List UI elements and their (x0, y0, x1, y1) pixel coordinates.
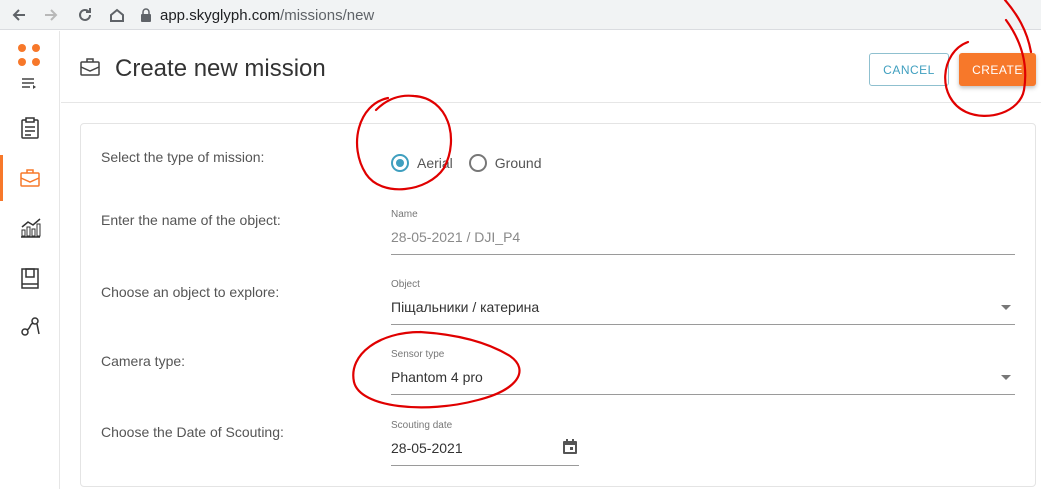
menu-toggle-button[interactable] (22, 77, 36, 89)
briefcase-icon (80, 58, 100, 76)
url-host: app.skyglyph.com (160, 6, 281, 24)
book-icon (21, 268, 39, 289)
page-title: Create new mission (115, 55, 326, 82)
mission-form: Select the type of mission: Aerial Groun… (80, 123, 1036, 487)
radio-label: Aerial (417, 155, 453, 171)
sidebar-item-analytics[interactable] (0, 205, 60, 251)
url-path: /missions/new (280, 6, 375, 24)
briefcase-icon (20, 169, 40, 187)
home-icon (110, 8, 124, 22)
reload-button[interactable] (74, 4, 96, 26)
radio-checked-icon[interactable] (391, 154, 409, 172)
reload-icon (79, 8, 91, 21)
calendar-icon[interactable] (561, 438, 579, 456)
name-input[interactable] (391, 229, 951, 245)
menu-toggle-icon (22, 78, 36, 89)
camera-row-label: Camera type: (101, 353, 186, 369)
object-select[interactable]: Object Піщальники / катерина (391, 279, 1015, 325)
chart-icon (21, 218, 41, 238)
clipboard-icon (21, 117, 39, 139)
sidebar-item-tasks[interactable] (0, 105, 60, 151)
date-input[interactable] (391, 440, 541, 456)
sensor-field-label: Sensor type (391, 349, 445, 360)
browser-toolbar: app.skyglyph.com/missions/new (0, 0, 1041, 30)
name-row-label: Enter the name of the object: (101, 212, 281, 228)
object-selected-value: Піщальники / катерина (391, 299, 540, 315)
object-field-label: Object (391, 279, 420, 290)
object-row-label: Choose an object to explore: (101, 284, 280, 300)
scouting-date-field[interactable]: Scouting date (391, 420, 579, 466)
create-button[interactable]: CREATE (959, 53, 1036, 86)
mission-type-radio-group: Aerial Ground (391, 154, 558, 172)
sidebar-item-reports[interactable] (0, 255, 60, 301)
sidebar-item-routes[interactable] (0, 303, 60, 349)
sensor-type-select[interactable]: Sensor type Phantom 4 pro (391, 349, 1015, 395)
cancel-button[interactable]: CANCEL (869, 53, 949, 86)
name-field-label: Name (391, 209, 418, 220)
page-header: Create new mission CANCEL CREATE (61, 31, 1041, 103)
radio-label: Ground (494, 155, 542, 171)
forward-button[interactable] (40, 4, 62, 26)
sidebar (0, 31, 60, 489)
back-button[interactable] (8, 4, 30, 26)
date-row-label: Choose the Date of Scouting: (101, 424, 284, 440)
app-logo[interactable] (18, 44, 42, 68)
arrow-left-icon (12, 9, 25, 21)
route-icon (21, 317, 40, 336)
address-bar[interactable]: app.skyglyph.com/missions/new (140, 2, 1040, 28)
radio-ground[interactable]: Ground (468, 154, 542, 172)
radio-aerial[interactable]: Aerial (391, 154, 453, 172)
home-button[interactable] (106, 4, 128, 26)
lock-icon (141, 8, 151, 22)
arrow-right-icon (45, 9, 58, 21)
sensor-selected-value: Phantom 4 pro (391, 369, 483, 385)
chevron-down-icon[interactable] (1001, 375, 1011, 380)
radio-unchecked-icon[interactable] (468, 154, 487, 172)
chevron-down-icon[interactable] (1001, 305, 1011, 310)
date-field-label: Scouting date (391, 420, 453, 431)
mission-type-label: Select the type of mission: (101, 149, 265, 165)
name-field[interactable]: Name (391, 209, 1015, 255)
sidebar-item-missions[interactable] (0, 155, 60, 201)
